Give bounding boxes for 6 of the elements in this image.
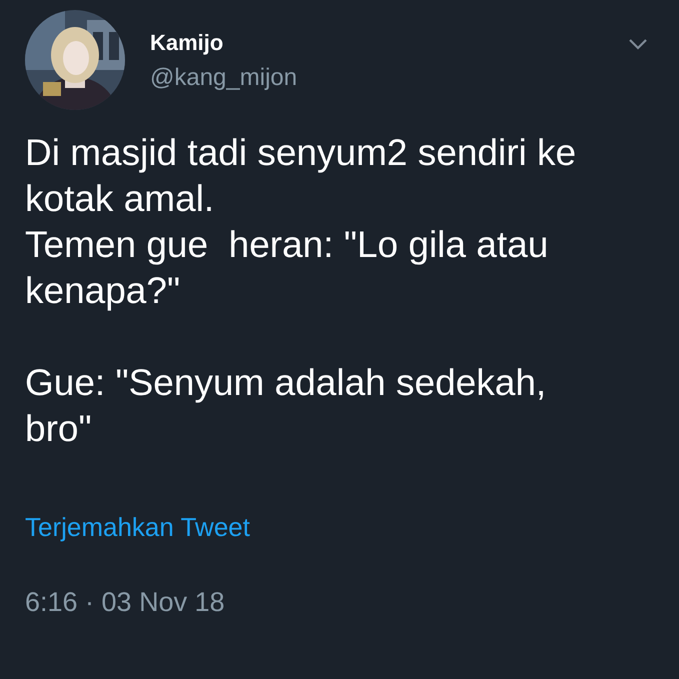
tweet-timestamp: 6:16 · 03 Nov 18 (25, 587, 225, 618)
author-name[interactable]: Kamijo (150, 30, 224, 56)
chevron-down-icon[interactable] (628, 38, 648, 50)
author-handle[interactable]: @kang_mijon (150, 64, 298, 92)
translate-link[interactable]: Terjemahkan Tweet (25, 512, 250, 543)
tweet-text: Di masjid tadi senyum2 sendiri ke kotak amal. Temen gue heran: "Lo gila atau kenapa?" Gue: "Senyum adalah sedekah, bro" (25, 131, 576, 451)
